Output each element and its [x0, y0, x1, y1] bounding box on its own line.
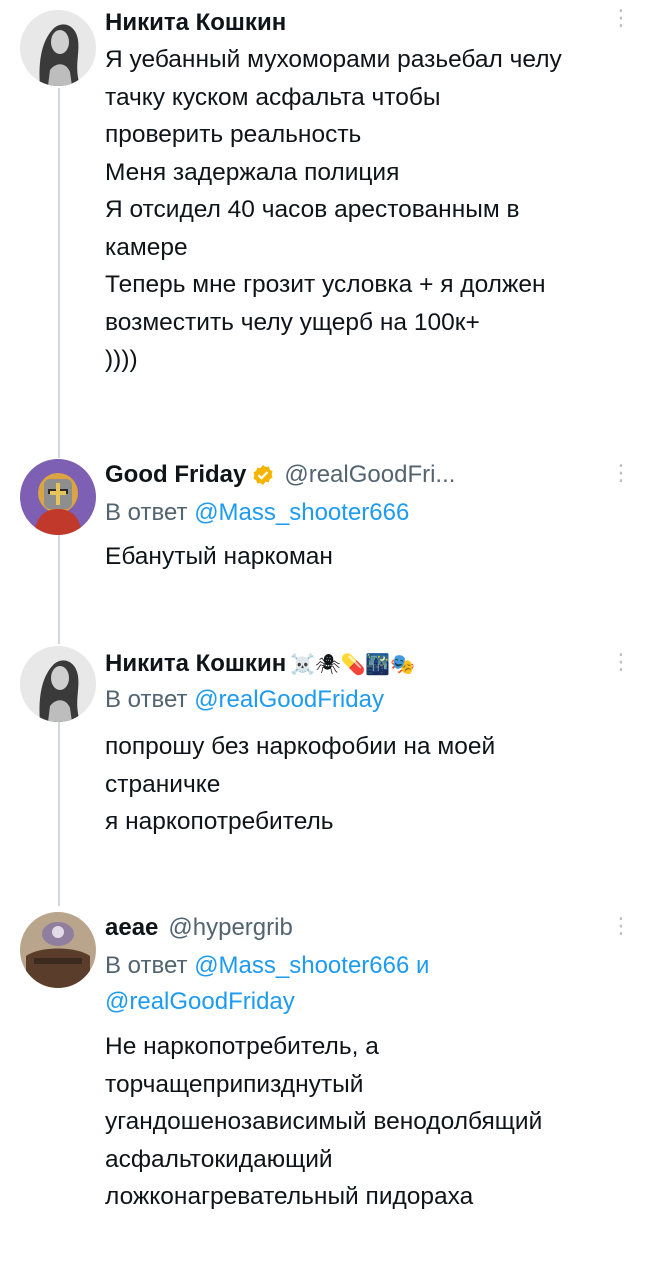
tweet-4[interactable]: aeae @hypergrib ⋮ В ответ @Mass_shooter6…: [0, 908, 660, 1228]
text-line: возместить челу ущерб на 100к+: [105, 308, 480, 336]
tweet-text: Не наркопотребитель, а торчащеприпизднут…: [105, 1028, 645, 1216]
display-name[interactable]: Никита Кошкин: [105, 650, 286, 678]
tweet-3[interactable]: Никита Кошкин ☠️🕷💊🌃🎭 ⋮ В ответ @realGood…: [0, 642, 660, 842]
reply-context: В ответ @Mass_shooter666 и @realGoodFrid…: [105, 948, 635, 1020]
reply-prefix: В ответ: [105, 499, 188, 526]
display-name[interactable]: aeae: [105, 914, 158, 942]
text-line: камере: [105, 233, 188, 261]
text-line: )))): [105, 346, 138, 373]
more-options-icon[interactable]: ⋮: [610, 651, 632, 673]
more-options-icon[interactable]: ⋮: [610, 462, 632, 484]
tweet-header: Никита Кошкин: [105, 6, 286, 40]
reply-context: В ответ @Mass_shooter666: [105, 495, 635, 531]
text-line: Меня задержала полиция: [105, 158, 400, 186]
text-line: Я отсидел 40 часов арестованным в: [105, 196, 520, 223]
avatar[interactable]: [20, 912, 96, 988]
verified-badge-icon: [253, 465, 273, 485]
text-line: Не наркопотребитель, а: [105, 1033, 379, 1060]
reply-joiner: и: [416, 952, 430, 979]
mention-link[interactable]: @realGoodFriday: [105, 988, 295, 1015]
display-name[interactable]: Good Friday: [105, 461, 246, 489]
tweet-text: попрошу без наркофобии на моей страничке…: [105, 728, 645, 841]
tweet-header: aeae @hypergrib: [105, 910, 293, 946]
tweet-header: Good Friday @realGoodFri...: [105, 457, 455, 493]
text-line: проверить реальность: [105, 121, 362, 148]
mention-link[interactable]: @Mass_shooter666: [194, 499, 409, 526]
user-handle[interactable]: @realGoodFri...: [284, 461, 455, 489]
tweet-1[interactable]: Никита Кошкин ⋮ Я уебанный мухоморами ра…: [0, 0, 660, 440]
more-options-icon[interactable]: ⋮: [610, 915, 632, 937]
avatar-photo: [20, 912, 96, 988]
tweet-text: Ебанутый наркоман: [105, 538, 645, 576]
text-line: тачку куском асфальта чтобы: [105, 83, 441, 111]
text-line: я наркопотребитель: [105, 808, 334, 835]
mention-link[interactable]: @realGoodFriday: [194, 686, 384, 713]
reply-context: В ответ @realGoodFriday: [105, 682, 635, 718]
tweet-header: Никита Кошкин ☠️🕷💊🌃🎭: [105, 646, 415, 682]
text-line: угандошенозависимый венодолбящий: [105, 1108, 543, 1135]
knight-avatar: [20, 459, 96, 535]
avatar-photo: [20, 10, 96, 86]
mention-link[interactable]: @Mass_shooter666: [194, 952, 409, 979]
text-line: торчащеприпизднутый: [105, 1070, 364, 1098]
text-line: асфальтокидающий: [105, 1145, 333, 1173]
tweet-2[interactable]: Good Friday @realGoodFri... ⋮ В ответ @M…: [0, 455, 660, 615]
display-name[interactable]: Никита Кошкин: [105, 9, 286, 37]
text-line: попрошу без наркофобии на моей: [105, 733, 496, 760]
avatar[interactable]: [20, 10, 96, 86]
name-emojis: ☠️🕷💊🌃🎭: [290, 653, 416, 676]
avatar-photo: [20, 646, 96, 722]
user-handle[interactable]: @hypergrib: [168, 914, 292, 942]
reply-prefix: В ответ: [105, 952, 188, 979]
reply-prefix: В ответ: [105, 686, 188, 713]
more-options-icon[interactable]: ⋮: [610, 7, 632, 29]
text-line: Теперь мне грозит условка + я должен: [105, 271, 546, 298]
avatar[interactable]: [20, 459, 96, 535]
tweet-text: Я уебанный мухоморами разьебал челу тачк…: [105, 41, 645, 379]
text-line: страничке: [105, 770, 221, 798]
text-line: Я уебанный мухоморами разьебал челу: [105, 46, 562, 73]
avatar[interactable]: [20, 646, 96, 722]
text-line: Ебанутый наркоман: [105, 543, 333, 570]
text-line: ложконагревательный пидораха: [105, 1183, 474, 1210]
